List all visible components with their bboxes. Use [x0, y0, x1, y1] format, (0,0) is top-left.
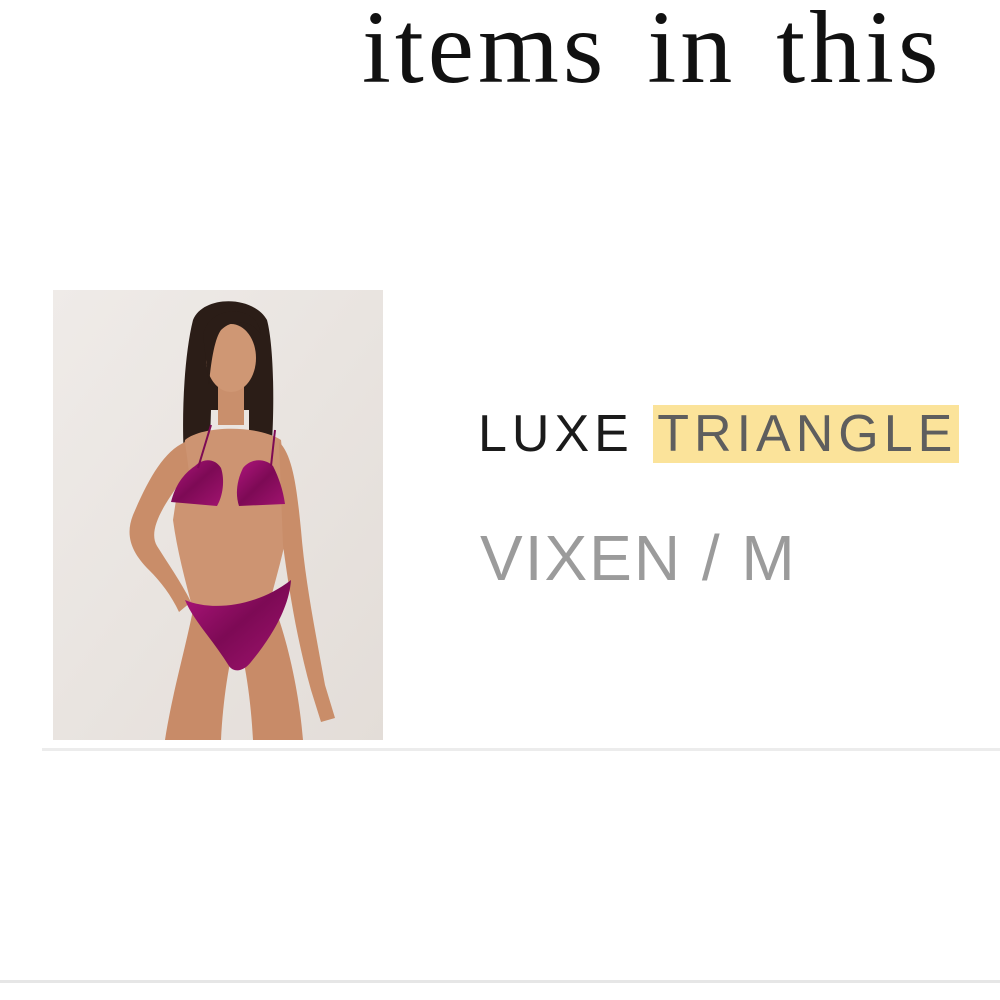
item-divider — [42, 748, 1000, 751]
product-name-prefix: LUXE — [478, 405, 634, 463]
product-variant: VIXEN / M — [480, 522, 797, 594]
product-name[interactable]: LUXE TRIANGLE — [478, 398, 960, 470]
product-photo-icon — [53, 290, 383, 740]
product-name-highlight: TRIANGLE — [653, 405, 960, 463]
section-heading: items in this — [362, 0, 943, 105]
product-thumbnail[interactable] — [53, 290, 383, 740]
section-divider — [0, 980, 1000, 983]
cart-items-page: items in this LUXE TRIANGLE VIXEN / M — [0, 0, 1000, 1000]
